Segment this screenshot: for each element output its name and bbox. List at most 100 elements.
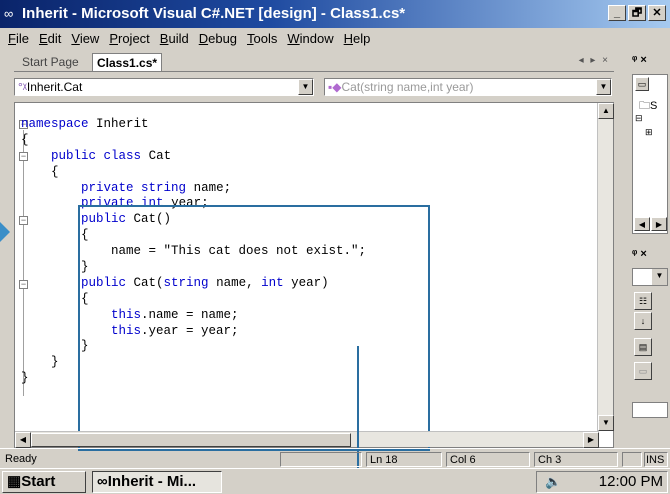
minimize-button[interactable]: _	[608, 5, 626, 21]
properties-icon[interactable]: ▭	[635, 77, 649, 91]
menu-edit[interactable]: Edit	[35, 28, 67, 48]
right-tool-panel: ᵠ × ▭ 🗀S ⊟ ⊞ ◀ ▶ ᵠ × ▼ ☷ ↓ ▤ ▭	[630, 50, 670, 448]
menu-label: dit	[47, 31, 62, 46]
code-line[interactable]: private string name;	[21, 181, 366, 197]
windows-logo-icon: ▦	[7, 473, 22, 490]
scroll-up-icon[interactable]: ▲	[598, 103, 614, 119]
clock: 12:00 PM	[598, 473, 663, 490]
status-line: Ln 18	[366, 452, 442, 467]
tree-expander-icon[interactable]: ⊟	[635, 113, 643, 124]
menu-mnemonic: V	[71, 31, 80, 46]
type-dropdown[interactable]: °ᵡInherit.Cat ▼	[14, 78, 314, 96]
menu-tools[interactable]: Tools	[243, 28, 283, 48]
menu-label: ools	[253, 31, 278, 46]
tab-start-page[interactable]: Start Page	[18, 53, 83, 71]
solution-explorer[interactable]: ▭ 🗀S ⊟ ⊞ ◀ ▶	[632, 74, 668, 234]
code-line[interactable]: {	[21, 165, 366, 181]
scroll-thumb[interactable]	[31, 433, 351, 447]
menu-label: elp	[353, 31, 371, 46]
tab-nav-controls[interactable]: ◂ ▸ ×	[579, 55, 610, 66]
code-line[interactable]: name = "This cat does not exist.";	[21, 244, 366, 260]
code-line[interactable]: }	[21, 355, 366, 371]
restore-button[interactable]: 🗗	[628, 5, 646, 21]
class-icon: °ᵡ	[18, 80, 27, 94]
code-line[interactable]: public Cat(string name, int year)	[21, 276, 366, 292]
type-dropdown-value: Inherit.Cat	[26, 80, 83, 94]
vs-app-icon[interactable]: ∞	[4, 6, 20, 22]
code-line[interactable]: }	[21, 260, 366, 276]
scroll-left-icon[interactable]: ◀	[634, 217, 650, 231]
editor-area: Start Page Class1.cs* ◂ ▸ × °ᵡInherit.Ca…	[14, 50, 614, 451]
chevron-down-icon[interactable]: ▼	[596, 79, 611, 95]
menu-view[interactable]: View	[67, 28, 105, 48]
property-pages-icon[interactable]: ▤	[634, 338, 652, 356]
status-char: Ch 3	[534, 452, 618, 467]
menu-label: ile	[15, 31, 29, 46]
code-line[interactable]: public class Cat	[21, 149, 366, 165]
menu-debug[interactable]: Debug	[195, 28, 243, 48]
status-panel-empty	[622, 452, 642, 467]
properties-object-dropdown[interactable]: ▼	[632, 268, 668, 286]
chevron-down-icon[interactable]: ▼	[652, 269, 667, 285]
menu-window[interactable]: Window	[283, 28, 339, 48]
code-editor[interactable]: − − − − namespace Inherit{ public class …	[14, 102, 614, 451]
scroll-left-icon[interactable]: ◀	[15, 432, 31, 448]
member-dropdown-value: Cat(string name,int year)	[341, 80, 474, 94]
project-icon: 🗀	[639, 100, 650, 112]
vertical-scrollbar[interactable]: ▲ ▼	[597, 103, 614, 431]
tab-class1[interactable]: Class1.cs*	[92, 53, 163, 71]
code-line[interactable]: {	[21, 133, 366, 149]
tree-expander-icon[interactable]: ⊞	[645, 127, 653, 138]
title-bar: ∞ Inherit - Microsoft Visual C#.NET [des…	[0, 0, 670, 28]
status-panel-empty	[280, 452, 362, 467]
code-line[interactable]: this.year = year;	[21, 324, 366, 340]
menu-mnemonic: H	[343, 31, 354, 46]
scroll-down-icon[interactable]: ▼	[598, 415, 614, 431]
menu-help[interactable]: Help	[340, 28, 377, 48]
code-text[interactable]: namespace Inherit{ public class Cat { pr…	[21, 117, 366, 387]
speaker-icon[interactable]: 🔈	[545, 472, 561, 492]
menu-label: uild	[168, 31, 189, 46]
solution-pane-header[interactable]: ᵠ ×	[632, 54, 668, 72]
start-label: Start	[21, 473, 56, 490]
menu-build[interactable]: Build	[156, 28, 195, 48]
status-bar: Ready Ln 18 Col 6 Ch 3 INS	[0, 448, 670, 468]
taskbar-item-label: Inherit - Mi...	[107, 473, 197, 490]
scroll-right-icon[interactable]: ▶	[651, 217, 667, 231]
code-line[interactable]: }	[21, 371, 366, 387]
properties-pane-header[interactable]: ᵠ ×	[632, 248, 668, 266]
menu-mnemonic: E	[38, 31, 48, 46]
window-title: Inherit - Microsoft Visual C#.NET [desig…	[22, 5, 406, 22]
vs-app-icon: ∞	[97, 473, 108, 490]
taskbar: ▦Start ∞Inherit - Mi... 🔈 12:00 PM	[0, 468, 670, 494]
menu-project[interactable]: Project	[105, 28, 155, 48]
close-button[interactable]: ✕	[648, 5, 666, 21]
document-tabs: Start Page Class1.cs* ◂ ▸ ×	[14, 50, 614, 72]
scroll-right-icon[interactable]: ▶	[583, 432, 599, 448]
status-insert-mode: INS	[644, 452, 668, 467]
chevron-down-icon[interactable]: ▼	[298, 79, 313, 95]
start-button[interactable]: ▦Start	[2, 471, 86, 493]
member-dropdown[interactable]: ▪◆Cat(string name,int year) ▼	[324, 78, 612, 96]
code-line[interactable]: this.name = name;	[21, 308, 366, 324]
menu-label: iew	[79, 31, 100, 46]
taskbar-item-inherit[interactable]: ∞Inherit - Mi...	[92, 471, 222, 493]
horizontal-scrollbar[interactable]: ◀ ▶	[15, 431, 599, 448]
menu-bar: File Edit View Project Build Debug Tools Window…	[0, 28, 670, 48]
events-icon[interactable]: ▭	[634, 362, 652, 380]
property-value-box[interactable]	[632, 402, 668, 418]
menu-file[interactable]: File	[4, 28, 35, 48]
code-line[interactable]: public Cat()	[21, 212, 366, 228]
callout-marker-icon	[0, 222, 10, 242]
code-line[interactable]: {	[21, 292, 366, 308]
status-column: Col 6	[446, 452, 530, 467]
code-line[interactable]: private int year;	[21, 196, 366, 212]
alphabetical-icon[interactable]: ↓	[634, 312, 652, 330]
code-line[interactable]: namespace Inherit	[21, 117, 366, 133]
menu-mnemonic: D	[198, 31, 209, 46]
code-line[interactable]: }	[21, 339, 366, 355]
menu-mnemonic: F	[8, 31, 16, 46]
status-text: Ready	[5, 453, 37, 465]
categorized-icon[interactable]: ☷	[634, 292, 652, 310]
code-line[interactable]: {	[21, 228, 366, 244]
